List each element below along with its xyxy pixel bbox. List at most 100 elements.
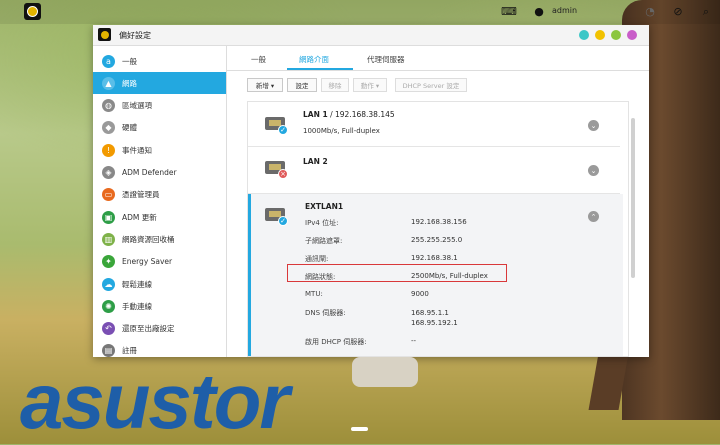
dns-label: DNS 伺服器: — [305, 309, 346, 317]
sidebar-item-label: 憑證管理員 — [122, 190, 160, 200]
dhcp-server-settings-button[interactable]: DHCP Server 設定 — [395, 78, 467, 92]
general-icon: a — [102, 54, 115, 68]
user-icon[interactable]: ● — [531, 4, 547, 19]
certificate-icon: ▭ — [102, 188, 115, 202]
window-info-button[interactable] — [579, 30, 589, 40]
page-indicator[interactable] — [351, 427, 368, 431]
window-title: 偏好設定 — [119, 31, 151, 40]
sidebar-item-label: 區域選項 — [122, 101, 152, 111]
subnet-mask-value: 255.255.255.0 — [411, 236, 463, 244]
interface-speed: 1000Mb/s, Full-duplex — [303, 127, 380, 135]
preferences-window: 偏好設定 a 一般 ▲ 網路 ◍ 區域選項 ◆ 硬體! 事件通知 ◈ ADM Defender ▭ 憑證… — [93, 25, 649, 358]
cloud-connect-icon: ☁ — [102, 277, 115, 291]
network-port-icon: ✓ — [265, 117, 288, 135]
recycle-bin-icon: ▥ — [102, 232, 115, 246]
window-maximize-button[interactable] — [611, 30, 621, 40]
chevron-down-icon[interactable]: ⌄ — [588, 165, 599, 176]
notification-icon: ! — [102, 143, 115, 157]
sidebar-item-label: 還原至出廠設定 — [122, 324, 175, 334]
tab-divider — [227, 70, 649, 71]
interface-name: LAN 2 — [303, 157, 328, 166]
keyboard-icon[interactable]: ⌨ — [500, 4, 518, 19]
energy-icon: ✦ — [102, 255, 115, 269]
gateway-value: 192.168.38.1 — [411, 254, 458, 262]
tab-general[interactable]: 一般 — [251, 54, 266, 65]
list-scrollbar[interactable] — [631, 118, 635, 278]
chevron-up-icon[interactable]: ⌃ — [588, 211, 599, 222]
network-port-icon: ✓ — [265, 208, 288, 226]
sidebar-item-label: 網路資源回收桶 — [122, 234, 175, 244]
ipv4-label: IPv4 位址: — [305, 219, 339, 227]
tab-network-interface[interactable]: 網路介面 — [299, 54, 329, 65]
dns-value: 168.95.1.1 168.95.192.1 — [411, 309, 458, 327]
update-icon: ▣ — [102, 210, 115, 224]
subnet-mask-label: 子網路遮罩: — [305, 237, 343, 245]
sidebar-item-certificate[interactable]: ▭ 憑證管理員 — [93, 184, 226, 206]
interface-name: EXTLAN1 — [305, 202, 344, 211]
preferences-app-icon[interactable] — [24, 3, 41, 20]
restore-icon: ↶ — [102, 322, 115, 336]
sidebar-item-hardware[interactable]: ◆ 硬體 — [93, 117, 226, 139]
desktop-topbar: ⌨ ● admin ◔ ⊘ ⌕ — [0, 0, 720, 24]
dhcp-enabled-label: 啟用 DHCP 伺服器: — [305, 338, 367, 346]
sidebar-item-notification[interactable]: ! 事件通知 — [93, 139, 226, 161]
main-panel: 一般 網路介面 代理伺服器 新增 ▾ 設定 移除 動作 ▾ DHCP Serve… — [227, 46, 649, 357]
globe-icon: ◍ — [102, 99, 115, 113]
sidebar-item-defender[interactable]: ◈ ADM Defender — [93, 162, 226, 184]
status-ok-icon: ✓ — [278, 125, 288, 135]
sidebar-item-label: 硬體 — [122, 123, 137, 133]
sidebar-item-globe[interactable]: ◍ 區域選項 — [93, 95, 226, 117]
register-icon: ▤ — [102, 344, 115, 358]
network-port-icon: × — [265, 161, 288, 179]
network-status-highlight — [287, 264, 507, 282]
sidebar-item-label: 事件通知 — [122, 145, 152, 155]
sidebar-item-update[interactable]: ▣ ADM 更新 — [93, 206, 226, 228]
window-close-button[interactable] — [627, 30, 637, 40]
gateway-label: 通訊閘: — [305, 255, 329, 263]
mtu-label: MTU: — [305, 290, 323, 298]
notification-bell-icon[interactable]: ◔ — [643, 4, 657, 19]
interface-card-lan2[interactable]: × LAN 2 ⌄ — [248, 147, 620, 194]
hardware-icon: ◆ — [102, 121, 115, 135]
sidebar-item-general[interactable]: a 一般 — [93, 50, 226, 72]
interface-list: ✓ LAN 1 / 192.168.38.145 1000Mb/s, Full-… — [247, 101, 629, 357]
defender-icon: ◈ — [102, 166, 115, 179]
sidebar-item-network[interactable]: ▲ 網路 — [93, 72, 226, 95]
mtu-value: 9000 — [411, 290, 429, 298]
sidebar-item-label: ADM 更新 — [122, 212, 157, 222]
activity-monitor-icon[interactable]: ⊘ — [671, 4, 685, 19]
interface-name: LAN 1 / 192.168.38.145 — [303, 110, 395, 119]
chevron-down-icon[interactable]: ⌄ — [588, 120, 599, 131]
status-error-icon: × — [278, 169, 288, 179]
sidebar-item-label: Energy Saver — [122, 257, 173, 267]
settings-button[interactable]: 設定 — [287, 78, 317, 92]
sidebar-item-recycle-bin[interactable]: ▥ 網路資源回收桶 — [93, 228, 226, 250]
window-app-icon — [98, 28, 111, 41]
background-person — [352, 357, 418, 387]
interface-card-lan1[interactable]: ✓ LAN 1 / 192.168.38.145 1000Mb/s, Full-… — [248, 102, 620, 147]
sidebar-item-label: 輕鬆連線 — [122, 279, 152, 289]
action-button[interactable]: 動作 ▾ — [353, 78, 387, 92]
window-titlebar[interactable]: 偏好設定 — [93, 25, 649, 46]
add-button[interactable]: 新增 ▾ — [247, 78, 283, 92]
search-icon[interactable]: ⌕ — [699, 4, 713, 19]
sidebar-item-cloud-connect[interactable]: ☁ 輕鬆連線 — [93, 273, 226, 295]
sidebar-item-label: 註冊 — [122, 346, 137, 356]
sidebar: a 一般 ▲ 網路 ◍ 區域選項 ◆ 硬體! 事件通知 ◈ ADM Defender ▭ 憑證管理員 ▣ A… — [93, 46, 227, 358]
tab-proxy-server[interactable]: 代理伺服器 — [367, 54, 405, 65]
sidebar-item-energy[interactable]: ✦ Energy Saver — [93, 251, 226, 273]
network-icon: ▲ — [102, 76, 115, 90]
user-label[interactable]: admin — [552, 6, 577, 15]
status-ok-icon: ✓ — [278, 216, 288, 226]
sidebar-item-restore[interactable]: ↶ 還原至出廠設定 — [93, 318, 226, 340]
remove-button[interactable]: 移除 — [321, 78, 349, 92]
sidebar-item-manual-connect[interactable]: ✺ 手動連線 — [93, 295, 226, 317]
sidebar-item-label: 網路 — [122, 78, 137, 88]
manual-connect-icon: ✺ — [102, 299, 115, 313]
sidebar-item-label: 手動連線 — [122, 301, 152, 311]
ipv4-value: 192.168.38.156 — [411, 218, 467, 226]
sidebar-item-label: 一般 — [122, 56, 137, 66]
window-minimize-button[interactable] — [595, 30, 605, 40]
dhcp-enabled-value: -- — [411, 337, 417, 345]
sidebar-item-label: ADM Defender — [122, 168, 177, 177]
